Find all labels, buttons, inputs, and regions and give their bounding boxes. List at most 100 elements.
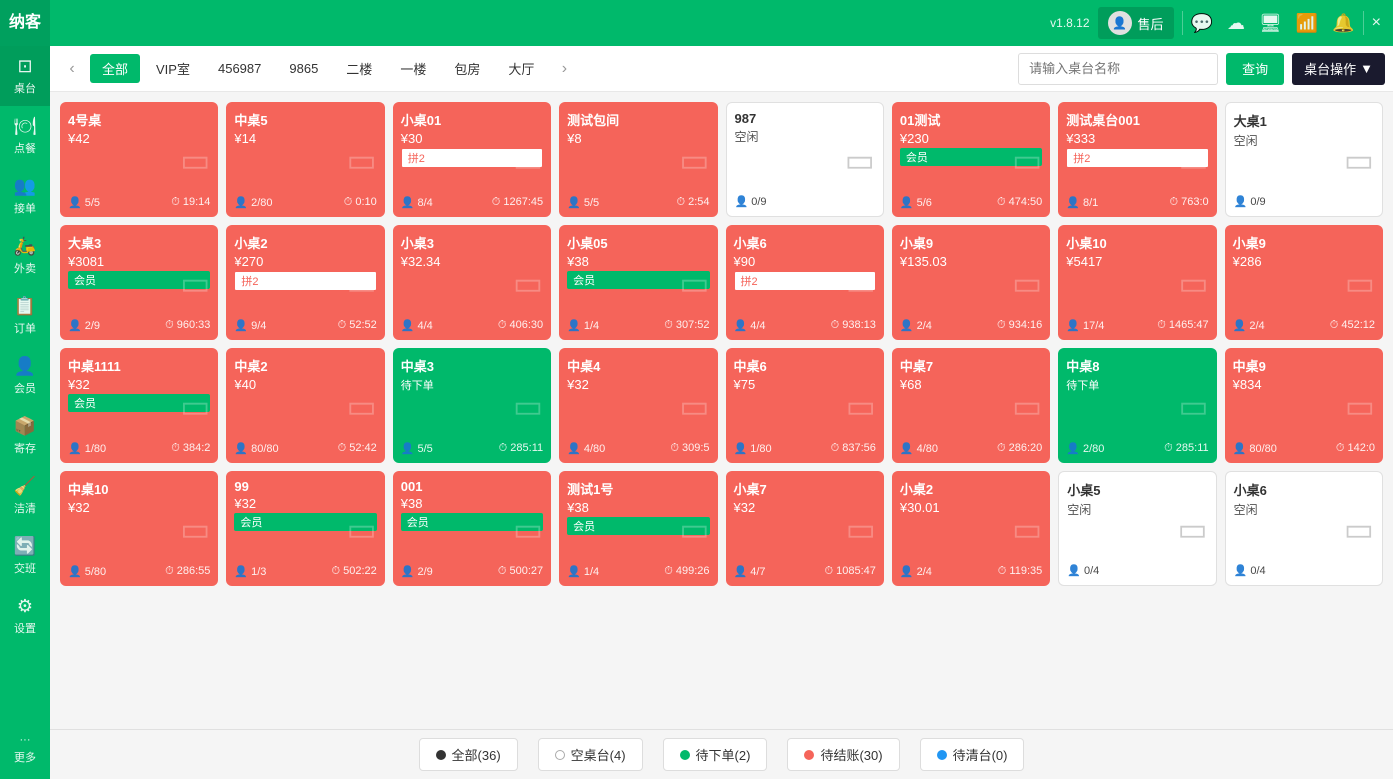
close-button[interactable]: × [1372, 14, 1381, 32]
cloud-icon[interactable]: ☁ [1227, 13, 1245, 34]
screen-icon[interactable]: 🖥 [1259, 13, 1282, 34]
table-shape-icon: ▭ [1344, 141, 1374, 179]
sidebar-item-member[interactable]: 👤 会员 [0, 346, 50, 406]
table-card[interactable]: 小桌01 ¥30 拼2 ▭ 👤 8/4 ⏱ 1267:45 [393, 102, 551, 217]
avatar: 👤 [1108, 11, 1132, 35]
table-shape-icon: ▭ [513, 387, 543, 425]
card-footer: 👤 8/4 ⏱ 1267:45 [401, 196, 543, 209]
table-card[interactable]: 中桌9 ¥834 ▭ 👤 80/80 ⏱ 142:0 [1225, 348, 1383, 463]
card-people: 👤 2/80 [1066, 442, 1104, 455]
card-footer: 👤 1/80 ⏱ 384:2 [68, 442, 210, 455]
tab-vip[interactable]: VIP室 [144, 54, 202, 83]
sidebar-label-order: 点餐 [14, 140, 36, 156]
tab-private[interactable]: 包房 [442, 54, 492, 83]
table-card[interactable]: 测试1号 ¥38 会员 ▭ 👤 1/4 ⏱ 499:26 [559, 471, 717, 586]
wifi-icon[interactable]: 📶 [1296, 13, 1318, 34]
sidebar-item-reception[interactable]: 👥 接单 [0, 166, 50, 226]
status-pending-order[interactable]: 待下单(2) [663, 738, 768, 771]
table-card[interactable]: 小桌6 空闲 ▭ 👤 0/4 [1225, 471, 1383, 586]
chat-icon[interactable]: 💬 [1191, 13, 1213, 34]
card-title: 中桌1111 [68, 356, 210, 375]
card-footer: 👤 2/80 ⏱ 285:11 [1066, 442, 1208, 455]
sidebar-item-settings[interactable]: ⚙ 设置 [0, 586, 50, 646]
table-card[interactable]: 中桌1111 ¥32 会员 ▭ 👤 1/80 ⏱ 384:2 [60, 348, 218, 463]
table-shape-icon: ▭ [1177, 510, 1207, 548]
card-title: 大桌3 [68, 233, 210, 252]
sidebar-more[interactable]: ··· 更多 [0, 719, 50, 779]
sidebar-label-more: 更多 [14, 749, 36, 765]
table-card[interactable]: 01测试 ¥230 会员 ▭ 👤 5/6 ⏱ 474:50 [892, 102, 1050, 217]
clean-icon: 🧹 [14, 476, 36, 497]
more-icon: ··· [20, 734, 31, 746]
tab-all[interactable]: 全部 [90, 54, 140, 83]
tab-floor2[interactable]: 二楼 [334, 54, 384, 83]
table-card[interactable]: 小桌9 ¥286 ▭ 👤 2/4 ⏱ 452:12 [1225, 225, 1383, 340]
table-card[interactable]: 小桌3 ¥32.34 ▭ 👤 4/4 ⏱ 406:30 [393, 225, 551, 340]
table-card[interactable]: 987 空闲 ▭ 👤 0/9 [726, 102, 884, 217]
table-card[interactable]: 测试桌台001 ¥333 拼2 ▭ 👤 8/1 ⏱ 763:0 [1058, 102, 1216, 217]
card-time: ⏱ 960:33 [165, 319, 210, 332]
table-card[interactable]: 001 ¥38 会员 ▭ 👤 2/9 ⏱ 500:27 [393, 471, 551, 586]
table-card[interactable]: 中桌4 ¥32 ▭ 👤 4/80 ⏱ 309:5 [559, 348, 717, 463]
table-card[interactable]: 测试包间 ¥8 ▭ 👤 5/5 ⏱ 2:54 [559, 102, 717, 217]
status-pending-pay[interactable]: 待结账(30) [787, 738, 899, 771]
card-time: ⏱ 1267:45 [492, 196, 543, 209]
table-card[interactable]: 中桌8 待下单 ▭ 👤 2/80 ⏱ 285:11 [1058, 348, 1216, 463]
table-card[interactable]: 中桌10 ¥32 ▭ 👤 5/80 ⏱ 286:55 [60, 471, 218, 586]
table-card[interactable]: 大桌3 ¥3081 会员 ▭ 👤 2/9 ⏱ 960:33 [60, 225, 218, 340]
table-card[interactable]: 99 ¥32 会员 ▭ 👤 1/3 ⏱ 502:22 [226, 471, 384, 586]
search-area: 查询 桌台操作 ▼ [1018, 53, 1385, 85]
table-card[interactable]: 中桌5 ¥14 ▭ 👤 2/80 ⏱ 0:10 [226, 102, 384, 217]
sidebar-item-takeout[interactable]: 🛵 外卖 [0, 226, 50, 286]
card-footer: 👤 2/4 ⏱ 119:35 [900, 565, 1042, 578]
nav-next-arrow[interactable]: › [550, 55, 578, 83]
table-card[interactable]: 小桌10 ¥5417 ▭ 👤 17/4 ⏱ 1465:47 [1058, 225, 1216, 340]
card-time: ⏱ 500:27 [498, 565, 543, 578]
card-time: ⏱ 52:52 [338, 319, 377, 332]
status-all[interactable]: 全部(36) [419, 738, 518, 771]
table-card[interactable]: 小桌05 ¥38 会员 ▭ 👤 1/4 ⏱ 307:52 [559, 225, 717, 340]
search-input[interactable] [1018, 53, 1218, 85]
table-card[interactable]: 小桌6 ¥90 拼2 ▭ 👤 4/4 ⏱ 938:13 [726, 225, 884, 340]
sidebar-item-clean[interactable]: 🧹 洁清 [0, 466, 50, 526]
table-card[interactable]: 小桌7 ¥32 ▭ 👤 4/7 ⏱ 1085:47 [726, 471, 884, 586]
table-card[interactable]: 中桌6 ¥75 ▭ 👤 1/80 ⏱ 837:56 [726, 348, 884, 463]
table-card[interactable]: 4号桌 ¥42 ▭ 👤 5/5 ⏱ 19:14 [60, 102, 218, 217]
tab-hall[interactable]: 大厅 [496, 54, 546, 83]
card-time: ⏱ 474:50 [997, 196, 1042, 209]
tab-456987[interactable]: 456987 [206, 56, 273, 81]
status-pending-clear[interactable]: 待清台(0) [920, 738, 1025, 771]
card-footer: 👤 0/4 [1067, 564, 1207, 577]
table-card[interactable]: 大桌1 空闲 ▭ 👤 0/9 [1225, 102, 1383, 217]
table-card[interactable]: 中桌7 ¥68 ▭ 👤 4/80 ⏱ 286:20 [892, 348, 1050, 463]
table-card[interactable]: 中桌3 待下单 ▭ 👤 5/5 ⏱ 285:11 [393, 348, 551, 463]
nav-prev-arrow[interactable]: ‹ [58, 55, 86, 83]
table-card[interactable]: 小桌2 ¥270 拼2 ▭ 👤 9/4 ⏱ 52:52 [226, 225, 384, 340]
card-people: 👤 2/4 [1233, 319, 1265, 332]
sidebar-item-table[interactable]: ⊡ 桌台 [0, 46, 50, 106]
card-footer: 👤 5/5 ⏱ 285:11 [401, 442, 543, 455]
table-card[interactable]: 小桌9 ¥135.03 ▭ 👤 2/4 ⏱ 934:16 [892, 225, 1050, 340]
card-time: ⏱ 307:52 [664, 319, 709, 332]
card-time: ⏱ 309:5 [670, 442, 709, 455]
search-button[interactable]: 查询 [1226, 53, 1284, 85]
sidebar-item-storage[interactable]: 📦 寄存 [0, 406, 50, 466]
sidebar-item-order[interactable]: 🍽 点餐 [0, 106, 50, 166]
card-people: 👤 1/4 [567, 319, 599, 332]
divider1 [1182, 11, 1183, 35]
sidebar-item-shift[interactable]: 🔄 交班 [0, 526, 50, 586]
sidebar-item-orders[interactable]: 📋 订单 [0, 286, 50, 346]
tab-floor1[interactable]: 一楼 [388, 54, 438, 83]
card-footer: 👤 5/6 ⏱ 474:50 [900, 196, 1042, 209]
status-free[interactable]: 空桌台(4) [538, 738, 643, 771]
table-card[interactable]: 小桌5 空闲 ▭ 👤 0/4 [1058, 471, 1216, 586]
user-profile[interactable]: 👤 售后 [1098, 7, 1174, 39]
table-card[interactable]: 小桌2 ¥30.01 ▭ 👤 2/4 ⏱ 119:35 [892, 471, 1050, 586]
table-card[interactable]: 中桌2 ¥40 ▭ 👤 80/80 ⏱ 52:42 [226, 348, 384, 463]
table-shape-icon: ▭ [1345, 264, 1375, 302]
table-ops-button[interactable]: 桌台操作 ▼ [1292, 53, 1385, 85]
bell-icon[interactable]: 🔔 [1332, 13, 1354, 34]
card-people: 👤 0/9 [1234, 195, 1266, 208]
tab-9865[interactable]: 9865 [277, 56, 330, 81]
card-footer: 👤 0/9 [1234, 195, 1374, 208]
